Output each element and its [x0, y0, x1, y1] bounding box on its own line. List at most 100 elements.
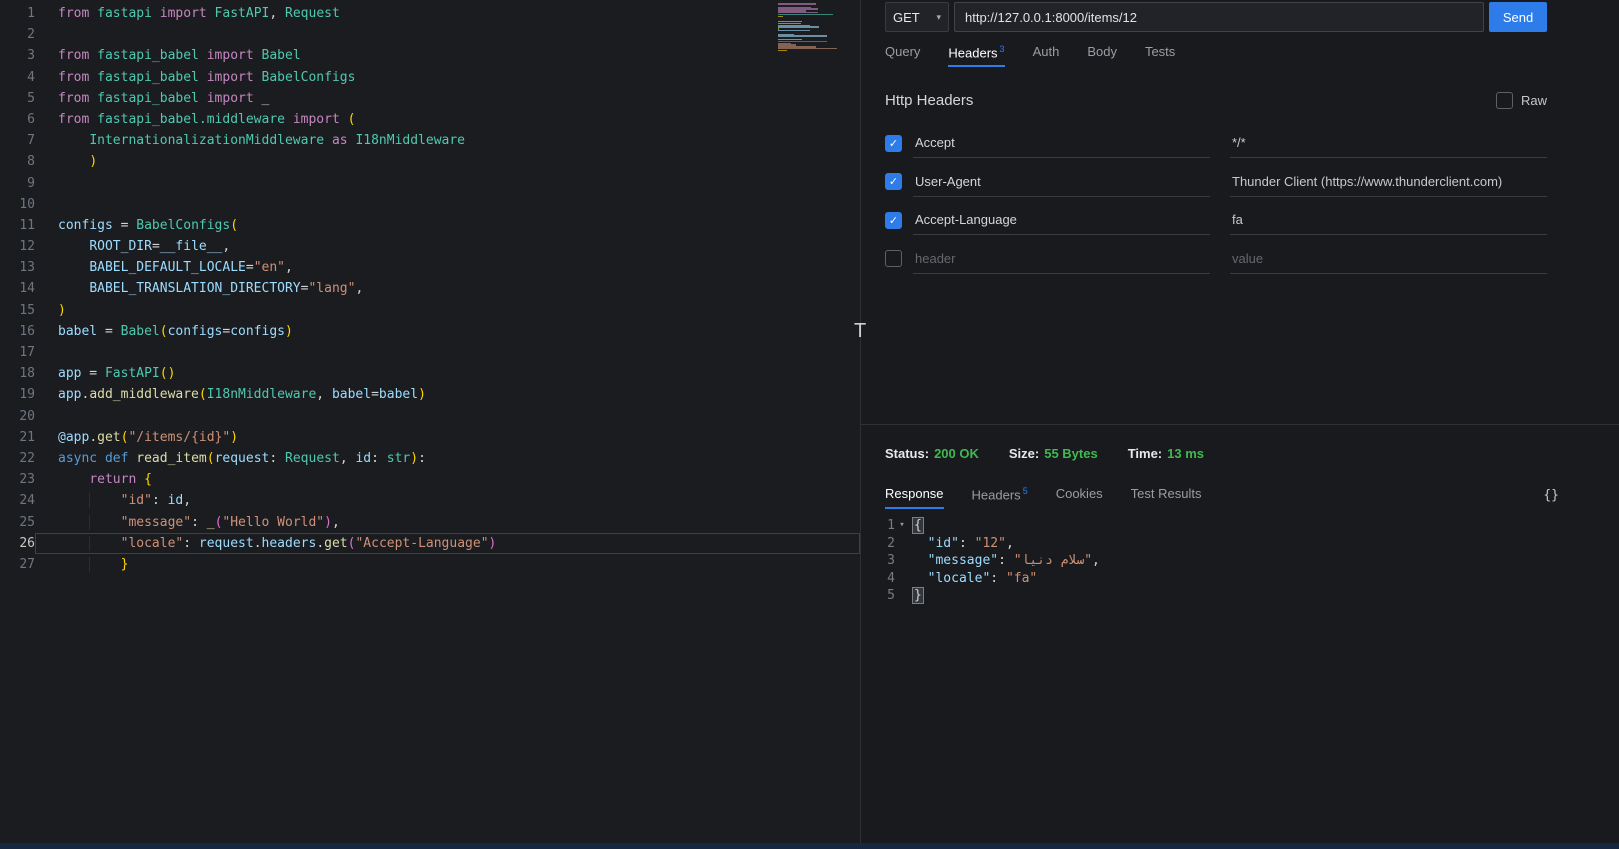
line-number: 5: [27, 90, 35, 106]
method-label: GET: [893, 9, 920, 25]
size-value: 55 Bytes: [1044, 446, 1098, 461]
tab-auth[interactable]: Auth: [1033, 44, 1060, 67]
code-line[interactable]: 20: [0, 406, 860, 427]
line-number: 26: [19, 535, 35, 551]
tab-label: Auth: [1032, 44, 1060, 59]
editor-overlay-glyph: T: [854, 320, 867, 342]
header-value-input[interactable]: [1230, 205, 1547, 236]
code-line[interactable]: 15): [0, 300, 860, 321]
code-line[interactable]: 3 from fastapi_babel import Babel: [0, 45, 860, 66]
code-text: BABEL_DEFAULT_LOCALE="en",: [89, 260, 293, 276]
header-checkbox[interactable]: [885, 250, 902, 268]
code-editor[interactable]: 1 from fastapi import FastAPI, Request 2 3 f…: [0, 0, 866, 849]
header-name-input[interactable]: [913, 205, 1210, 236]
line-number: 20: [19, 408, 35, 424]
tab-headers[interactable]: Headers 3: [948, 44, 1005, 68]
code-text: from fastapi_babel import _: [58, 90, 270, 106]
line-number: 3: [27, 48, 35, 64]
code-text: "locale": request.headers.get("Accept-La…: [35, 532, 860, 554]
fold-arrow-icon[interactable]: ▾: [895, 517, 909, 535]
header-value-input[interactable]: [1230, 243, 1547, 274]
code-text: "id": id,: [35, 490, 860, 511]
tab-body[interactable]: Body: [1087, 44, 1117, 67]
json-line-number: 4: [887, 570, 895, 586]
code-line[interactable]: 24 "id": id,: [0, 490, 860, 511]
code-line[interactable]: 11 configs = BabelConfigs(: [0, 215, 860, 236]
code-text: from fastapi_babel import BabelConfigs: [58, 69, 356, 85]
raw-checkbox[interactable]: [1495, 92, 1513, 109]
code-line[interactable]: 7 InternationalizationMiddleware as I18n…: [0, 130, 860, 151]
code-line[interactable]: 13 BABEL_DEFAULT_LOCALE="en",: [0, 257, 860, 278]
minimap[interactable]: [778, 3, 856, 52]
json-line: 1 ▾{: [885, 517, 1547, 535]
code-line[interactable]: 9: [0, 173, 860, 194]
code-line[interactable]: 6 from fastapi_babel.middleware import (: [0, 109, 860, 130]
size-group: Size: 55 Bytes: [1009, 446, 1098, 461]
format-json-icon[interactable]: {}: [1543, 488, 1559, 503]
method-select[interactable]: GET ▾: [885, 2, 949, 32]
code-line[interactable]: 25 "message": _("Hello World"),: [0, 512, 860, 533]
header-checkbox[interactable]: ✓: [885, 134, 902, 152]
code-line[interactable]: 10: [0, 194, 860, 215]
tab-label: Response: [885, 486, 944, 501]
line-number: 4: [27, 69, 35, 85]
code-line[interactable]: 19 app.add_middleware(I18nMiddleware, bab…: [0, 384, 860, 405]
tab-query[interactable]: Query: [885, 44, 920, 67]
code-line[interactable]: 27 }: [0, 554, 860, 575]
tab-label: Tests: [1144, 44, 1176, 59]
json-line: 2 "id": "12",: [885, 535, 1547, 553]
statusbar-sliver: [0, 843, 1619, 849]
line-number: 16: [19, 323, 35, 339]
header-checkbox[interactable]: ✓: [885, 173, 902, 191]
code-text: async def read_item(request: Request, id…: [58, 450, 426, 466]
line-number: 2: [27, 27, 35, 43]
size-label: Size:: [1008, 446, 1040, 461]
code-line[interactable]: 16 babel = Babel(configs=configs): [0, 321, 860, 342]
code-line[interactable]: 5 from fastapi_babel import _: [0, 88, 860, 109]
code-line[interactable]: 1 from fastapi import FastAPI, Request: [0, 3, 860, 24]
code-line[interactable]: 2: [0, 24, 860, 45]
header-checkbox[interactable]: ✓: [885, 211, 902, 229]
section-title: Http Headers: [885, 92, 974, 109]
code-line[interactable]: 8 ): [0, 151, 860, 172]
line-number: 15: [19, 302, 35, 318]
code-line[interactable]: 4 from fastapi_babel import BabelConfigs: [0, 67, 860, 88]
send-button[interactable]: Send: [1489, 2, 1547, 32]
code-line[interactable]: 17: [0, 342, 860, 363]
section-divider: [861, 424, 1619, 425]
code-line[interactable]: 14 BABEL_TRANSLATION_DIRECTORY="lang",: [0, 278, 860, 299]
code-text: return {: [89, 472, 152, 488]
header-row: ✓: [885, 201, 1547, 240]
code-line[interactable]: 26 "locale": request.headers.get("Accept…: [0, 532, 860, 554]
tab-test-results[interactable]: Test Results: [1131, 486, 1202, 509]
header-value-input[interactable]: [1230, 128, 1547, 159]
url-input[interactable]: [954, 2, 1484, 32]
json-line-number: 5: [887, 588, 895, 603]
tab-response[interactable]: Response: [885, 486, 944, 510]
line-number: 19: [19, 387, 35, 403]
code-text: ): [58, 302, 66, 318]
app-window: 1 from fastapi import FastAPI, Request 2 3 f…: [0, 0, 1619, 849]
header-name-input[interactable]: [913, 243, 1210, 274]
code-line[interactable]: 23 return {: [0, 469, 860, 490]
header-value-input[interactable]: [1230, 166, 1547, 197]
line-number: 21: [19, 429, 35, 445]
raw-toggle[interactable]: Raw: [1495, 92, 1547, 109]
tab-tests[interactable]: Tests: [1145, 44, 1175, 67]
header-name-input[interactable]: [913, 128, 1210, 159]
code-line[interactable]: 21 @app.get("/items/{id}"): [0, 427, 860, 448]
json-code: {: [912, 517, 924, 534]
code-line[interactable]: 12 ROOT_DIR=__file__,: [0, 236, 860, 257]
code-line[interactable]: 18 app = FastAPI(): [0, 363, 860, 384]
status-value: 200 OK: [934, 446, 979, 461]
raw-label: Raw: [1520, 93, 1547, 108]
line-number: 9: [27, 175, 35, 191]
tab-cookies[interactable]: Cookies: [1056, 486, 1103, 509]
header-name-input[interactable]: [913, 166, 1210, 197]
code-line[interactable]: 22 async def read_item(request: Request, …: [0, 448, 860, 469]
tab-headers[interactable]: Headers 5: [972, 486, 1028, 509]
time-value: 13 ms: [1167, 446, 1205, 461]
code-text: ROOT_DIR=__file__,: [89, 239, 231, 255]
